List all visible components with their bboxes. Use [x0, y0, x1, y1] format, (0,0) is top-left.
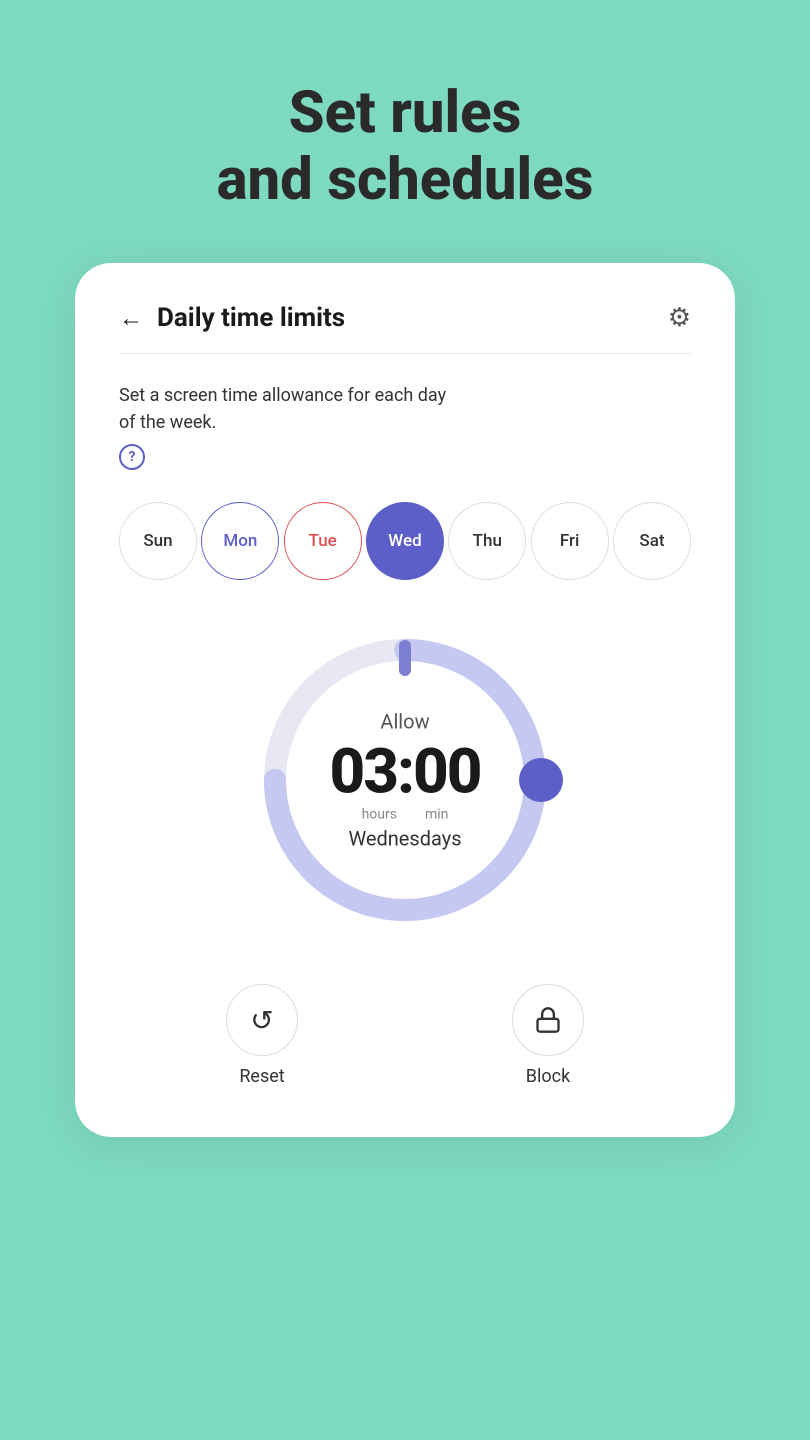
allow-label: Allow: [380, 710, 429, 734]
block-label: Block: [526, 1066, 570, 1087]
day-fri[interactable]: Fri: [531, 502, 609, 580]
time-display: 03:00: [329, 736, 480, 809]
day-name-label: Wednesdays: [348, 827, 461, 851]
back-button[interactable]: ←: [119, 304, 143, 333]
timer-center: Allow 03:00 hours min Wednesdays: [329, 710, 480, 851]
action-row: ↺ Reset Block: [119, 984, 691, 1087]
hero-section: Set rules and schedules: [217, 80, 594, 213]
description-help-row: ?: [119, 444, 691, 470]
hero-title-line1: Set rules: [217, 80, 594, 147]
day-sat[interactable]: Sat: [613, 502, 691, 580]
reset-icon-circle: ↺: [226, 984, 298, 1056]
day-thu[interactable]: Thu: [448, 502, 526, 580]
reset-button[interactable]: ↺ Reset: [226, 984, 298, 1087]
main-card: ← Daily time limits ⚙ Set a screen time …: [75, 263, 735, 1137]
block-icon-circle: [512, 984, 584, 1056]
time-labels: hours min: [356, 807, 455, 823]
min-label: min: [425, 807, 448, 823]
help-icon[interactable]: ?: [119, 444, 145, 470]
time-value: 03:00: [329, 736, 480, 809]
header-divider: [119, 353, 691, 354]
page-title: Daily time limits: [157, 303, 345, 333]
days-selector: Sun Mon Tue Wed Thu Fri Sat: [119, 502, 691, 580]
card-header: ← Daily time limits ⚙: [119, 303, 691, 333]
day-tue[interactable]: Tue: [284, 502, 362, 580]
description-text: Set a screen time allowance for each day…: [119, 382, 691, 436]
timer-handle: [519, 758, 563, 802]
header-left: ← Daily time limits: [119, 303, 345, 333]
settings-icon[interactable]: ⚙: [668, 303, 691, 333]
timer-container[interactable]: Allow 03:00 hours min Wednesdays: [119, 620, 691, 940]
day-wed[interactable]: Wed: [366, 502, 444, 580]
hero-title-line2: and schedules: [217, 147, 594, 214]
day-mon[interactable]: Mon: [201, 502, 279, 580]
reset-label: Reset: [239, 1066, 284, 1087]
day-sun[interactable]: Sun: [119, 502, 197, 580]
hours-label: hours: [362, 807, 397, 823]
block-button[interactable]: Block: [512, 984, 584, 1087]
